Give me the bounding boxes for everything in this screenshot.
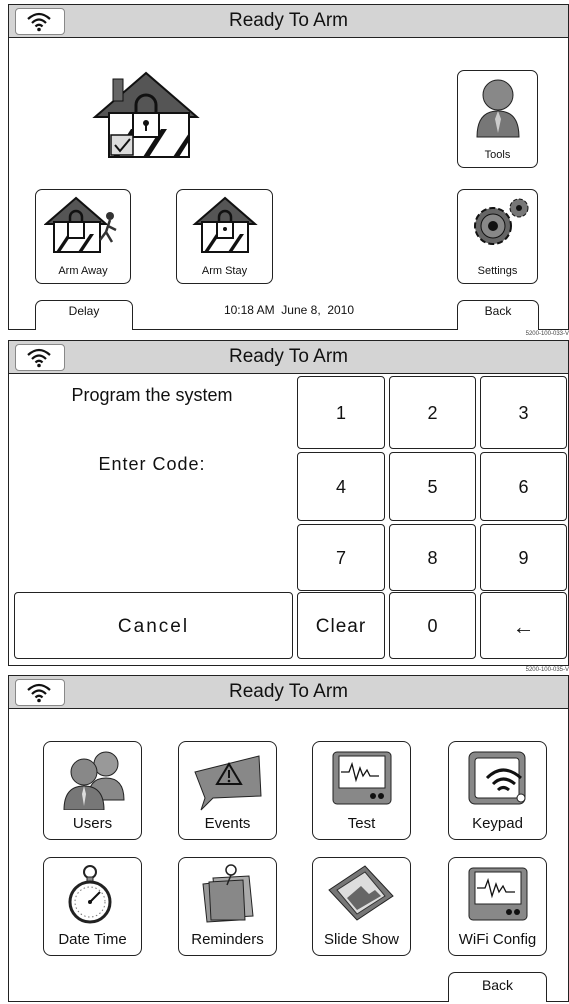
reference-code: 5200-100-035-V <box>525 667 569 673</box>
slide-show-photo-icon <box>325 864 399 929</box>
cancel-button[interactable]: Cancel <box>14 592 293 659</box>
program-prompt: Program the system <box>71 385 233 405</box>
keypad-button[interactable]: Keypad <box>448 741 547 840</box>
screen-title: Ready To Arm <box>229 346 348 367</box>
reference-code: 5200-100-033-V <box>525 331 569 337</box>
back-button[interactable]: Back <box>457 300 539 330</box>
tools-screen: Ready To Arm Users Events Test Keypad Da… <box>8 675 569 1002</box>
key-label: 6 <box>518 477 529 497</box>
screen-title: Ready To Arm <box>229 681 348 702</box>
key-4[interactable]: 4 <box>297 452 385 521</box>
delay-button[interactable]: Delay <box>35 300 133 330</box>
users-button[interactable]: Users <box>43 741 142 840</box>
key-label: 9 <box>518 548 529 568</box>
key-8[interactable]: 8 <box>389 524 476 591</box>
house-stay-icon <box>177 194 272 259</box>
clear-label: Clear <box>315 616 367 637</box>
wifi-config-label: WiFi Config <box>458 931 537 948</box>
key-3[interactable]: 3 <box>480 376 567 449</box>
screen-title: Ready To Arm <box>229 10 348 31</box>
test-label: Test <box>347 815 376 832</box>
slide-show-button[interactable]: Slide Show <box>312 857 411 956</box>
code-entry-screen: Ready To Arm Program the system Enter Co… <box>8 340 569 666</box>
backspace-button[interactable]: ← <box>480 592 567 659</box>
key-label: 0 <box>427 616 438 636</box>
key-label: 2 <box>427 403 438 423</box>
clear-button[interactable]: Clear <box>297 592 385 659</box>
keypad-wifi-icon <box>463 748 535 815</box>
reminders-label: Reminders <box>191 931 264 948</box>
status-header: Ready To Arm <box>9 341 568 374</box>
test-monitor-icon <box>327 748 397 815</box>
test-button[interactable]: Test <box>312 741 411 840</box>
key-1[interactable]: 1 <box>297 376 385 449</box>
arm-stay-label: Arm Stay <box>201 265 248 277</box>
users-icon <box>58 748 130 815</box>
backspace-icon: ← <box>512 614 535 639</box>
tools-label: Tools <box>484 149 511 161</box>
slide-show-label: Slide Show <box>323 931 400 948</box>
status-header: Ready To Arm <box>9 676 568 709</box>
reminders-notes-icon <box>193 862 265 931</box>
key-label: 5 <box>427 477 438 497</box>
key-label: 7 <box>335 548 346 568</box>
back-label: Back <box>484 304 512 318</box>
wifi-config-button[interactable]: WiFi Config <box>448 857 547 956</box>
wifi-config-monitor-icon <box>463 864 533 931</box>
stopwatch-icon <box>60 862 126 931</box>
key-label: 8 <box>427 548 438 568</box>
delay-label: Delay <box>68 304 100 318</box>
date-time-display: 10:18 AM June 8, 2010 <box>223 303 355 317</box>
key-2[interactable]: 2 <box>389 376 476 449</box>
arm-stay-button[interactable]: Arm Stay <box>176 189 273 284</box>
key-5[interactable]: 5 <box>389 452 476 521</box>
cancel-label: Cancel <box>117 616 190 637</box>
back-button[interactable]: Back <box>448 972 547 1002</box>
arm-away-button[interactable]: Arm Away <box>35 189 131 284</box>
key-label: 4 <box>335 477 346 497</box>
events-label: Events <box>204 815 251 832</box>
user-silhouette-icon <box>458 75 537 144</box>
arm-away-label: Arm Away <box>58 265 108 277</box>
events-warning-icon <box>191 750 265 817</box>
date-time-button[interactable]: Date Time <box>43 857 142 956</box>
key-7[interactable]: 7 <box>297 524 385 591</box>
enter-code-label: Enter Code: <box>98 454 206 474</box>
status-header: Ready To Arm <box>9 5 568 38</box>
gears-icon <box>458 194 537 259</box>
settings-button[interactable]: Settings <box>457 189 538 284</box>
reminders-button[interactable]: Reminders <box>178 857 277 956</box>
events-button[interactable]: Events <box>178 741 277 840</box>
key-0[interactable]: 0 <box>389 592 476 659</box>
users-label: Users <box>72 815 113 832</box>
key-label: 1 <box>335 403 346 423</box>
back-label: Back <box>481 977 514 993</box>
key-9[interactable]: 9 <box>480 524 567 591</box>
main-screen: Ready To Arm Tools Arm Away Arm Stay Set… <box>8 4 569 330</box>
house-lock-status-icon <box>92 71 200 158</box>
key-6[interactable]: 6 <box>480 452 567 521</box>
date-time-label: Date Time <box>58 931 127 948</box>
settings-label: Settings <box>477 265 518 277</box>
tools-button[interactable]: Tools <box>457 70 538 168</box>
keypad-label: Keypad <box>472 815 523 832</box>
key-label: 3 <box>518 403 529 423</box>
house-away-icon <box>36 194 130 259</box>
